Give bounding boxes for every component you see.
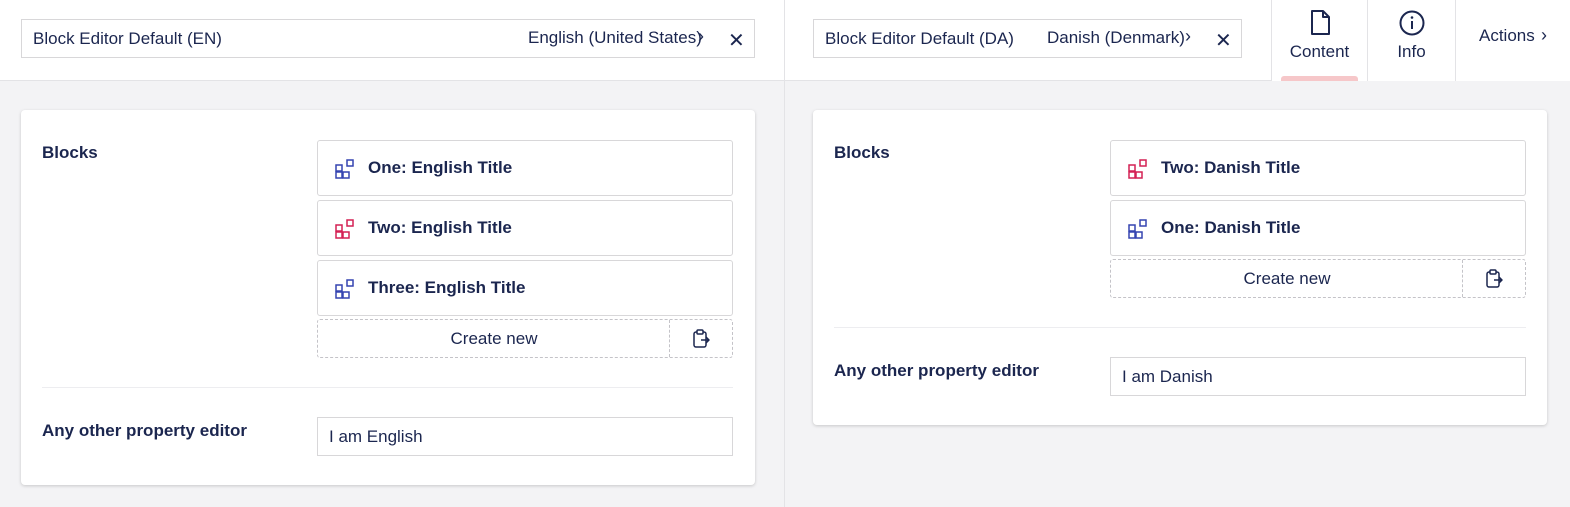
blocks-icon [1128,159,1147,179]
document-name-field[interactable]: Block Editor Default (DA) Danish (Denmar… [813,19,1242,58]
block-item[interactable]: Three: English Title [317,260,733,316]
tab-content[interactable]: Content [1271,0,1367,81]
tab-label: Content [1289,42,1350,61]
create-new-button[interactable]: Create new [1111,269,1463,289]
blocks-label: Blocks [834,143,890,162]
content-card-left: Blocks One: English Title Two: English T… [21,110,755,485]
clipboard-paste-icon[interactable] [691,329,711,349]
tab-info[interactable]: Info [1367,0,1455,81]
document-name[interactable]: Block Editor Default (EN) [33,29,222,49]
block-title: Two: Danish Title [1161,158,1301,177]
close-icon[interactable]: ✕ [1215,28,1232,53]
blocks-icon [335,159,354,179]
text-input[interactable] [1111,358,1525,395]
blocks-label: Blocks [42,143,98,162]
clipboard-paste-icon[interactable] [1484,269,1504,289]
blocks-icon [335,219,354,239]
info-icon [1399,10,1424,36]
block-title: One: Danish Title [1161,218,1301,237]
culture-selector[interactable]: English (United States) [528,28,702,48]
create-new-block: Create new [1110,259,1526,298]
block-title: One: English Title [368,158,513,177]
chevron-right-icon[interactable]: › [1185,26,1191,47]
blocks-icon [335,279,354,299]
text-input[interactable] [318,418,732,455]
tab-label: Info [1397,42,1426,61]
active-tab-indicator [1281,76,1358,81]
blocks-icon [1128,219,1147,239]
document-icon [1310,10,1330,35]
block-item[interactable]: Two: English Title [317,200,733,256]
create-separator [669,320,670,357]
block-item[interactable]: One: Danish Title [1110,200,1526,256]
other-property-label: Any other property editor [42,421,247,440]
create-new-block: Create new [317,319,733,358]
chevron-right-icon: › [1541,25,1547,45]
document-name[interactable]: Block Editor Default (DA) [825,29,1014,49]
block-item[interactable]: One: English Title [317,140,733,196]
content-card-right: Blocks Two: Danish Title One: Danish Tit… [813,110,1547,425]
other-property-input[interactable] [317,417,733,456]
block-item[interactable]: Two: Danish Title [1110,140,1526,196]
close-icon[interactable]: ✕ [728,28,745,53]
chevron-right-icon[interactable]: › [698,26,704,47]
block-title: Three: English Title [368,278,526,297]
header-left: Block Editor Default (EN) English (Unite… [0,0,784,81]
property-divider [834,327,1526,328]
other-property-input[interactable] [1110,357,1526,396]
property-divider [42,387,733,388]
create-separator [1462,260,1463,297]
actions-menu[interactable]: Actions › [1455,0,1570,81]
culture-selector[interactable]: Danish (Denmark) [1047,28,1185,48]
block-title: Two: English Title [368,218,512,237]
create-new-button[interactable]: Create new [318,329,670,349]
other-property-label: Any other property editor [834,361,1039,380]
actions-label: Actions [1479,26,1535,45]
document-name-field[interactable]: Block Editor Default (EN) English (Unite… [21,19,755,58]
